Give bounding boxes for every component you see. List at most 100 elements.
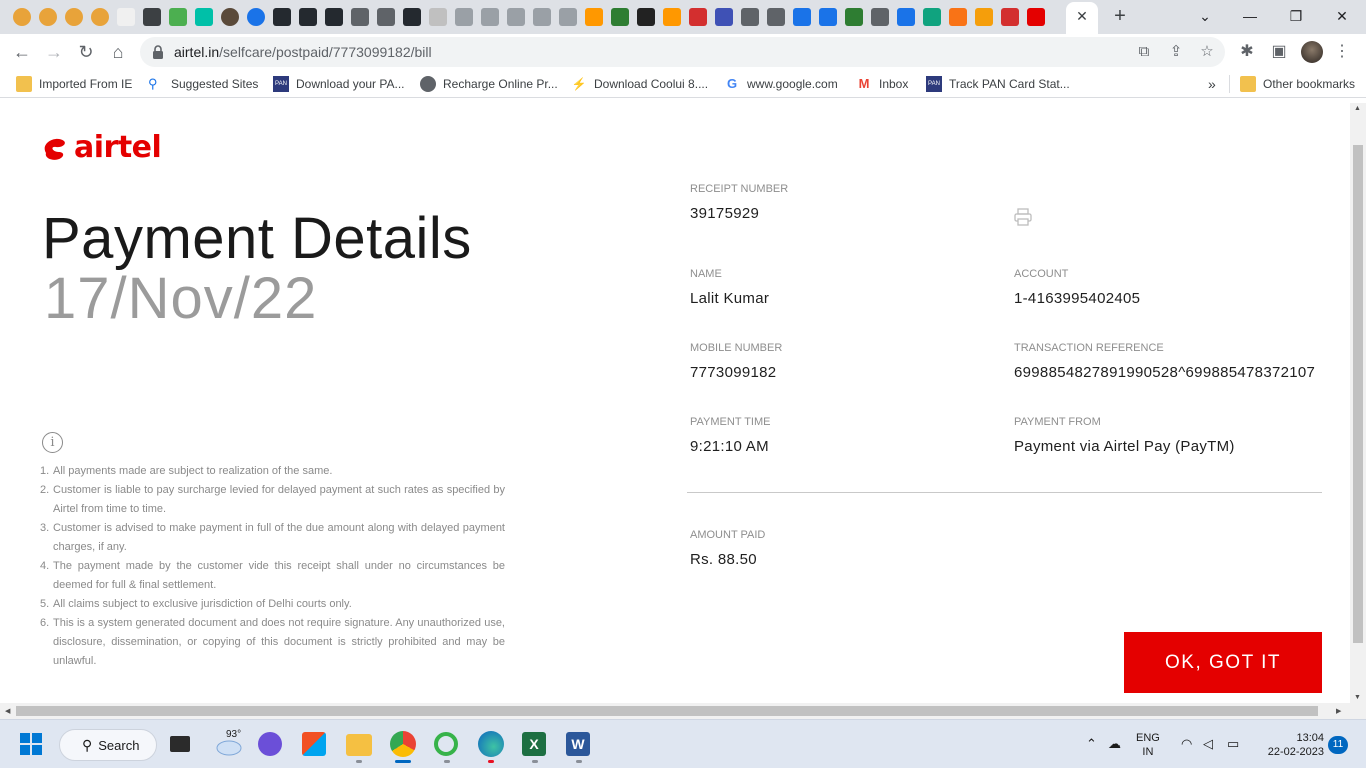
wifi-icon[interactable]: ◠ (1181, 736, 1192, 752)
bookmark-download-coolui[interactable]: ⚡ Download Coolui 8.... (571, 75, 709, 93)
notification-badge[interactable]: 11 (1328, 736, 1348, 754)
language-indicator[interactable]: ENG IN (1136, 731, 1160, 759)
pinned-tab-icon[interactable] (819, 8, 837, 26)
bookmark-suggested-sites[interactable]: ⚲ Suggested Sites (148, 75, 258, 93)
reload-icon[interactable]: ↻ (75, 41, 97, 63)
close-window-icon[interactable]: ✕ (1330, 5, 1354, 27)
task-view-icon[interactable] (170, 736, 190, 752)
pinned-tab-icon[interactable] (1001, 8, 1019, 26)
pinned-tab-icon[interactable] (221, 8, 239, 26)
pinned-tab-icon[interactable] (689, 8, 707, 26)
scroll-right-arrow-icon[interactable]: ▶ (1336, 707, 1341, 715)
pinned-tab-icon[interactable] (1027, 8, 1045, 26)
side-panel-icon[interactable]: ▣ (1269, 42, 1289, 62)
forward-icon[interactable]: → (43, 41, 65, 63)
active-tab[interactable]: ✕ (1066, 2, 1098, 34)
restore-icon[interactable]: ❐ (1284, 5, 1308, 27)
scroll-down-arrow-icon[interactable]: ▼ (1354, 694, 1361, 701)
bookmark-track-pan[interactable]: PAN Track PAN Card Stat... (926, 75, 1070, 93)
store-icon[interactable] (302, 732, 326, 756)
pinned-tab-icon[interactable] (169, 8, 187, 26)
cast-icon[interactable]: ⧉ (1135, 43, 1153, 61)
profile-avatar[interactable] (1301, 41, 1323, 63)
pinned-tab-icon[interactable] (949, 8, 967, 26)
pinned-tab-icon[interactable] (377, 8, 395, 26)
url-text[interactable]: airtel.in/selfcare/postpaid/7773099182/b… (174, 44, 432, 60)
pinned-tab-icon[interactable] (325, 8, 343, 26)
pinned-tab-icon[interactable] (429, 8, 447, 26)
pinned-tab-icon[interactable] (455, 8, 473, 26)
pinned-tab-icon[interactable] (143, 8, 161, 26)
chrome-icon[interactable] (390, 731, 416, 757)
pinned-tab-icon[interactable] (585, 8, 603, 26)
pinned-tab-icon[interactable] (65, 8, 83, 26)
pinned-tab-icon[interactable] (663, 8, 681, 26)
pinned-tab-icon[interactable] (715, 8, 733, 26)
bookmark-recharge-online[interactable]: Recharge Online Pr... (420, 75, 558, 93)
pinned-tab-icon[interactable] (741, 8, 759, 26)
vertical-scroll-thumb[interactable] (1353, 145, 1363, 643)
pinned-tab-icon[interactable] (767, 8, 785, 26)
pinned-tab-icon[interactable] (481, 8, 499, 26)
pinned-tab-icon[interactable] (533, 8, 551, 26)
word-icon[interactable]: W (566, 732, 590, 756)
taskbar-search[interactable]: ⚲ Search (59, 729, 157, 761)
bookmark-imported-from-ie[interactable]: Imported From IE (16, 75, 132, 93)
print-icon[interactable] (1013, 207, 1033, 227)
pinned-tab-icon[interactable] (923, 8, 941, 26)
system-clock[interactable]: 13:04 22-02-2023 (1258, 731, 1324, 759)
tab-search-icon[interactable]: ⌄ (1193, 5, 1217, 27)
pinned-tab-icon[interactable] (871, 8, 889, 26)
excel-icon[interactable]: X (522, 732, 546, 756)
bookmark-inbox[interactable]: M Inbox (856, 75, 909, 93)
share-icon[interactable]: ⇪ (1167, 43, 1185, 61)
menu-icon[interactable]: ⋮ (1332, 42, 1352, 62)
pinned-tab-icon[interactable] (507, 8, 525, 26)
pinned-tab-icon[interactable] (845, 8, 863, 26)
scroll-up-arrow-icon[interactable]: ▲ (1354, 105, 1361, 112)
horizontal-scroll-thumb[interactable] (16, 706, 1318, 716)
ok-got-it-button[interactable]: OK, GOT IT (1124, 632, 1322, 693)
tab-close-icon[interactable]: ✕ (1074, 8, 1090, 24)
new-tab-button[interactable]: + (1110, 6, 1130, 26)
bookmarks-overflow-chevron[interactable]: » (1208, 75, 1216, 93)
back-icon[interactable]: ← (11, 41, 33, 63)
pinned-tab-icon[interactable] (195, 8, 213, 26)
windows-start-icon[interactable] (20, 733, 42, 755)
pinned-tab-icon[interactable] (299, 8, 317, 26)
pinned-tab-icon[interactable] (897, 8, 915, 26)
home-icon[interactable]: ⌂ (107, 41, 129, 63)
tray-chevron-icon[interactable]: ⌃ (1086, 736, 1097, 752)
volume-icon[interactable]: ◁ (1203, 736, 1213, 752)
edge-icon[interactable] (478, 731, 504, 757)
address-bar[interactable]: airtel.in/selfcare/postpaid/7773099182/b… (140, 37, 1225, 67)
extensions-icon[interactable]: ✱ (1237, 42, 1257, 62)
battery-icon[interactable]: ▭ (1227, 736, 1239, 752)
pinned-tab-icon[interactable] (247, 8, 265, 26)
pinned-tab-icon[interactable] (637, 8, 655, 26)
pinned-tab-icon[interactable] (403, 8, 421, 26)
minimize-icon[interactable]: — (1238, 5, 1262, 27)
bookmark-google[interactable]: G www.google.com (724, 75, 838, 93)
pinned-tab-icon[interactable] (351, 8, 369, 26)
bookmark-other-bookmarks[interactable]: Other bookmarks (1229, 75, 1355, 93)
pinned-tab-icon[interactable] (559, 8, 577, 26)
horizontal-scrollbar[interactable]: ◀ ▶ (0, 703, 1366, 719)
chat-app-icon[interactable] (258, 732, 282, 756)
scroll-left-arrow-icon[interactable]: ◀ (5, 707, 10, 715)
pinned-tab-icon[interactable] (91, 8, 109, 26)
file-explorer-icon[interactable] (346, 734, 372, 756)
airtel-logo[interactable]: airtel (42, 129, 162, 165)
pinned-tab-icon[interactable] (793, 8, 811, 26)
vertical-scrollbar[interactable]: ▲ ▼ (1350, 103, 1366, 703)
pinned-tab-icon[interactable] (117, 8, 135, 26)
pinned-tab-icon[interactable] (975, 8, 993, 26)
onedrive-cloud-icon[interactable]: ☁ (1108, 736, 1121, 752)
pinned-tab-icon[interactable] (13, 8, 31, 26)
bookmark-star-icon[interactable]: ☆ (1198, 43, 1216, 61)
pinned-tab-icon[interactable] (273, 8, 291, 26)
pinned-tab-icon[interactable] (611, 8, 629, 26)
pinned-tab-icon[interactable] (39, 8, 57, 26)
spinner-app-icon[interactable] (434, 732, 458, 756)
bookmark-download-pan[interactable]: PAN Download your PA... (273, 75, 405, 93)
